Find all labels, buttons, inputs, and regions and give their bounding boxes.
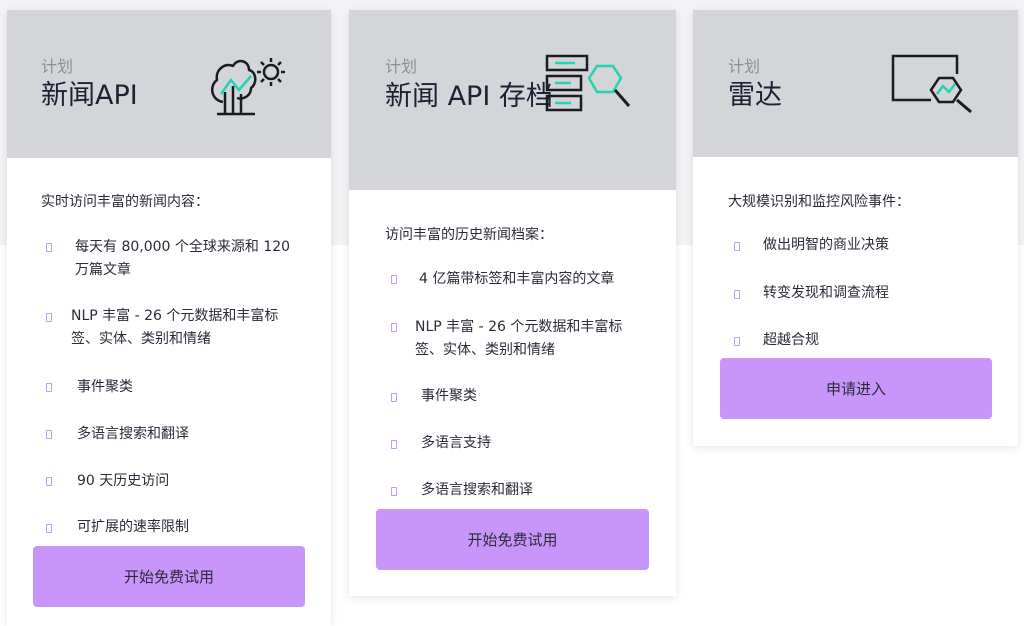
feature-item: NLP 丰富 - 26 个元数据和丰富标签、实体、类别和情绪 [71, 308, 279, 347]
feature-item: NLP 丰富 - 26 个元数据和丰富标签、实体、类别和情绪 [415, 319, 623, 358]
feature-item: 转变发现和调查流程 [763, 285, 889, 301]
plan-label: 计划 [41, 57, 74, 76]
bullet-icon [391, 323, 397, 332]
card-intro: 大规模识别和监控风险事件： [728, 194, 910, 210]
bullet-icon [734, 242, 740, 251]
card-header: 计划 新闻API [7, 10, 331, 158]
feature-item: 4 亿篇带标签和丰富内容的文章 [419, 271, 615, 287]
tree-gear-icon [210, 58, 285, 116]
plan-label: 计划 [385, 57, 418, 76]
card-header: 计划 新闻 API 存档 [349, 10, 676, 190]
start-free-trial-button[interactable]: 开始免费试用 [33, 546, 305, 607]
monitor-search-icon [891, 54, 972, 114]
bullet-icon [46, 383, 52, 392]
feature-item: 多语言搜索和翻译 [421, 482, 533, 498]
bullet-icon [391, 393, 397, 402]
feature-item: 事件聚类 [421, 388, 477, 404]
feature-item: 90 天历史访问 [77, 473, 170, 489]
plan-card-news-api-archive: 计划 新闻 API 存档 访问丰富的历史新闻档案： 4 亿篇带标签和丰富内容的文… [349, 10, 676, 596]
bullet-icon [46, 243, 52, 252]
bullet-icon [391, 440, 397, 449]
feature-item: 事件聚类 [77, 379, 133, 395]
bullet-icon [46, 430, 52, 439]
bullet-icon [46, 313, 52, 322]
feature-item: 可扩展的速率限制 [77, 519, 189, 535]
start-free-trial-button[interactable]: 开始免费试用 [376, 509, 649, 570]
plan-title: 雷达 [728, 80, 782, 111]
feature-item: 每天有 80,000 个全球来源和 120 万篇文章 [75, 239, 291, 278]
bullet-icon [734, 337, 740, 346]
bullet-icon [46, 477, 52, 486]
feature-item: 做出明智的商业决策 [763, 237, 889, 253]
plan-card-news-api: 计划 新闻API 实时访问丰富的新闻内容： 每天有 80,000 个全球来源和 … [7, 10, 331, 626]
plan-title: 新闻 API 存档 [385, 81, 553, 112]
bullet-icon [391, 487, 397, 496]
card-intro: 访问丰富的历史新闻档案： [385, 227, 553, 243]
server-search-icon [545, 54, 631, 112]
plan-label: 计划 [728, 57, 761, 76]
card-header: 计划 雷达 [693, 10, 1018, 157]
bullet-icon [391, 275, 397, 284]
plan-title: 新闻API [41, 80, 138, 111]
feature-item: 多语言搜索和翻译 [77, 426, 189, 442]
card-intro: 实时访问丰富的新闻内容： [41, 194, 209, 210]
plan-card-radar: 计划 雷达 大规模识别和监控风险事件： 做出明智的商业决策 转变发现和调查流程 … [693, 10, 1018, 446]
request-access-button[interactable]: 申请进入 [720, 358, 992, 419]
bullet-icon [734, 290, 740, 299]
bullet-icon [46, 524, 52, 533]
feature-item: 多语言支持 [421, 435, 491, 451]
feature-item: 超越合规 [763, 332, 819, 348]
